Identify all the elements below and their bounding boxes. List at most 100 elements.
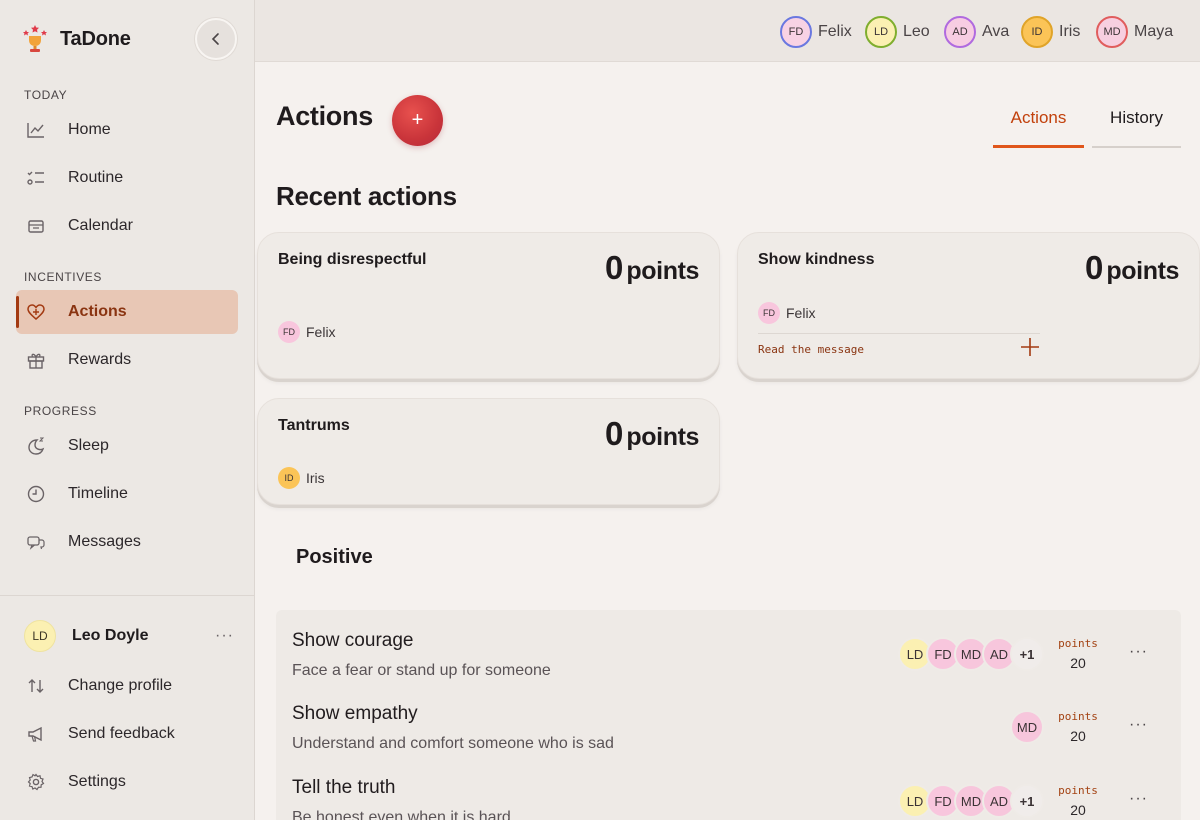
points-label: points — [626, 423, 699, 451]
more-avatars-count: +1 — [1010, 637, 1044, 671]
app-name: TaDone — [60, 27, 131, 50]
sidebar-item-label: Rewards — [68, 351, 132, 368]
avatar: ID — [278, 467, 300, 489]
sidebar-item-label: Messages — [68, 533, 141, 550]
recent-action-card[interactable]: Show kindness 0 points FD Felix Read the… — [737, 232, 1200, 379]
action-name: Show empathy — [292, 703, 418, 724]
more-options-button[interactable]: ··· — [1129, 790, 1148, 808]
chevron-left-icon — [211, 33, 219, 45]
sidebar-item-timeline[interactable]: Timeline — [16, 472, 238, 516]
sidebar-item-sleep[interactable]: Sleep — [16, 424, 238, 468]
avatar: AD — [944, 16, 976, 48]
points-label: points — [1058, 784, 1098, 797]
profile-name: Leo Doyle — [72, 627, 149, 644]
positive-section-title: Positive — [296, 546, 373, 568]
sidebar-item-label: Send feedback — [68, 725, 175, 742]
megaphone-icon — [24, 722, 48, 746]
chart-line-icon — [24, 118, 48, 142]
assignee-avatars: LD FD MD AD +1 — [898, 784, 1044, 818]
section-title-progress: PROGRESS — [24, 404, 97, 418]
section-title-today: TODAY — [24, 88, 68, 102]
points-label: points — [1106, 257, 1179, 285]
topbar: FD Felix LD Leo AD Ava ID Iris MD Maya — [255, 0, 1200, 62]
brand[interactable]: TaDone — [22, 24, 131, 54]
gift-icon — [24, 348, 48, 372]
member-name: Leo — [903, 23, 930, 40]
chat-icon — [24, 530, 48, 554]
member-name: Maya — [1134, 23, 1174, 40]
assignee-avatars: LD FD MD AD +1 — [898, 637, 1044, 671]
more-options-button[interactable]: ··· — [1129, 716, 1148, 734]
member-name: Felix — [306, 324, 336, 340]
member-name: Ava — [982, 23, 1010, 40]
sidebar-item-change-profile[interactable]: Change profile — [16, 664, 238, 708]
card-points: 0 points — [605, 415, 699, 453]
points-label: points — [1058, 637, 1098, 650]
recent-action-card[interactable]: Being disrespectful 0 points FD Felix — [257, 232, 720, 379]
action-description: Be honest even when it is hard — [292, 809, 511, 820]
action-name: Tell the truth — [292, 777, 396, 798]
card-points: 0 points — [1085, 249, 1179, 287]
member-name: Iris — [306, 470, 325, 486]
sidebar-item-rewards[interactable]: Rewards — [16, 338, 238, 382]
avatar: FD — [758, 302, 780, 324]
member-name: Iris — [1059, 23, 1081, 40]
sidebar-item-calendar[interactable]: Calendar — [16, 204, 238, 248]
points-value: 0 — [605, 415, 623, 452]
card-member: ID Iris — [278, 467, 325, 489]
more-avatars-count: +1 — [1010, 784, 1044, 818]
moon-icon — [24, 434, 48, 458]
profile-more-button[interactable]: ··· — [215, 627, 234, 645]
list-item[interactable]: Tell the truth Be honest even when it is… — [292, 757, 1172, 820]
profile-row[interactable]: LD Leo Doyle ··· — [24, 620, 234, 652]
member-chip-maya[interactable]: MD Maya — [1096, 16, 1173, 48]
card-points: 0 points — [605, 249, 699, 287]
points-value: 0 — [605, 249, 623, 286]
plus-icon[interactable] — [1020, 337, 1040, 357]
card-title: Being disrespectful — [278, 251, 427, 268]
collapse-sidebar-button[interactable] — [195, 18, 237, 60]
member-name: Felix — [786, 305, 816, 321]
tab-history[interactable]: History — [1092, 108, 1181, 148]
sidebar-item-home[interactable]: Home — [16, 108, 238, 152]
points-box: points 20 — [1054, 784, 1102, 818]
divider — [758, 333, 1040, 334]
list-item[interactable]: Show courage Face a fear or stand up for… — [292, 610, 1172, 680]
sidebar-item-send-feedback[interactable]: Send feedback — [16, 712, 238, 756]
recent-action-card[interactable]: Tantrums 0 points ID Iris — [257, 398, 720, 505]
avatar: ID — [1021, 16, 1053, 48]
sidebar-item-label: Routine — [68, 169, 124, 186]
avatar: LD — [865, 16, 897, 48]
sidebar: TaDone TODAY Home Routine Calendar INCEN… — [0, 0, 255, 820]
points-value: 0 — [1085, 249, 1103, 286]
sidebar-divider — [0, 595, 254, 596]
sidebar-item-label: Change profile — [68, 677, 173, 694]
sidebar-item-routine[interactable]: Routine — [16, 156, 238, 200]
card-title: Tantrums — [278, 417, 350, 434]
calendar-icon — [24, 214, 48, 238]
gear-icon — [24, 770, 48, 794]
member-chip-felix[interactable]: FD Felix — [780, 16, 852, 48]
sidebar-item-actions[interactable]: Actions — [16, 290, 238, 334]
more-options-button[interactable]: ··· — [1129, 643, 1148, 661]
card-member: FD Felix — [278, 321, 336, 343]
points-value: 20 — [1070, 728, 1086, 744]
sidebar-item-messages[interactable]: Messages — [16, 520, 238, 564]
member-chip-iris[interactable]: ID Iris — [1021, 16, 1080, 48]
action-name: Show courage — [292, 630, 414, 651]
add-action-button[interactable]: + — [392, 95, 443, 146]
list-item[interactable]: Show empathy Understand and comfort some… — [292, 683, 1172, 753]
card-member: FD Felix — [758, 302, 816, 324]
member-chip-leo[interactable]: LD Leo — [865, 16, 930, 48]
sidebar-item-label: Timeline — [68, 485, 128, 502]
sidebar-item-label: Home — [68, 121, 111, 138]
sidebar-item-label: Actions — [68, 303, 127, 320]
points-box: points 20 — [1054, 710, 1102, 744]
trophy-logo-icon — [22, 24, 48, 54]
read-message-link[interactable]: Read the message — [758, 343, 864, 356]
tab-actions[interactable]: Actions — [993, 108, 1084, 148]
member-chip-ava[interactable]: AD Ava — [944, 16, 1009, 48]
action-description: Understand and comfort someone who is sa… — [292, 735, 614, 752]
sidebar-item-settings[interactable]: Settings — [16, 760, 238, 804]
card-title: Show kindness — [758, 251, 875, 268]
